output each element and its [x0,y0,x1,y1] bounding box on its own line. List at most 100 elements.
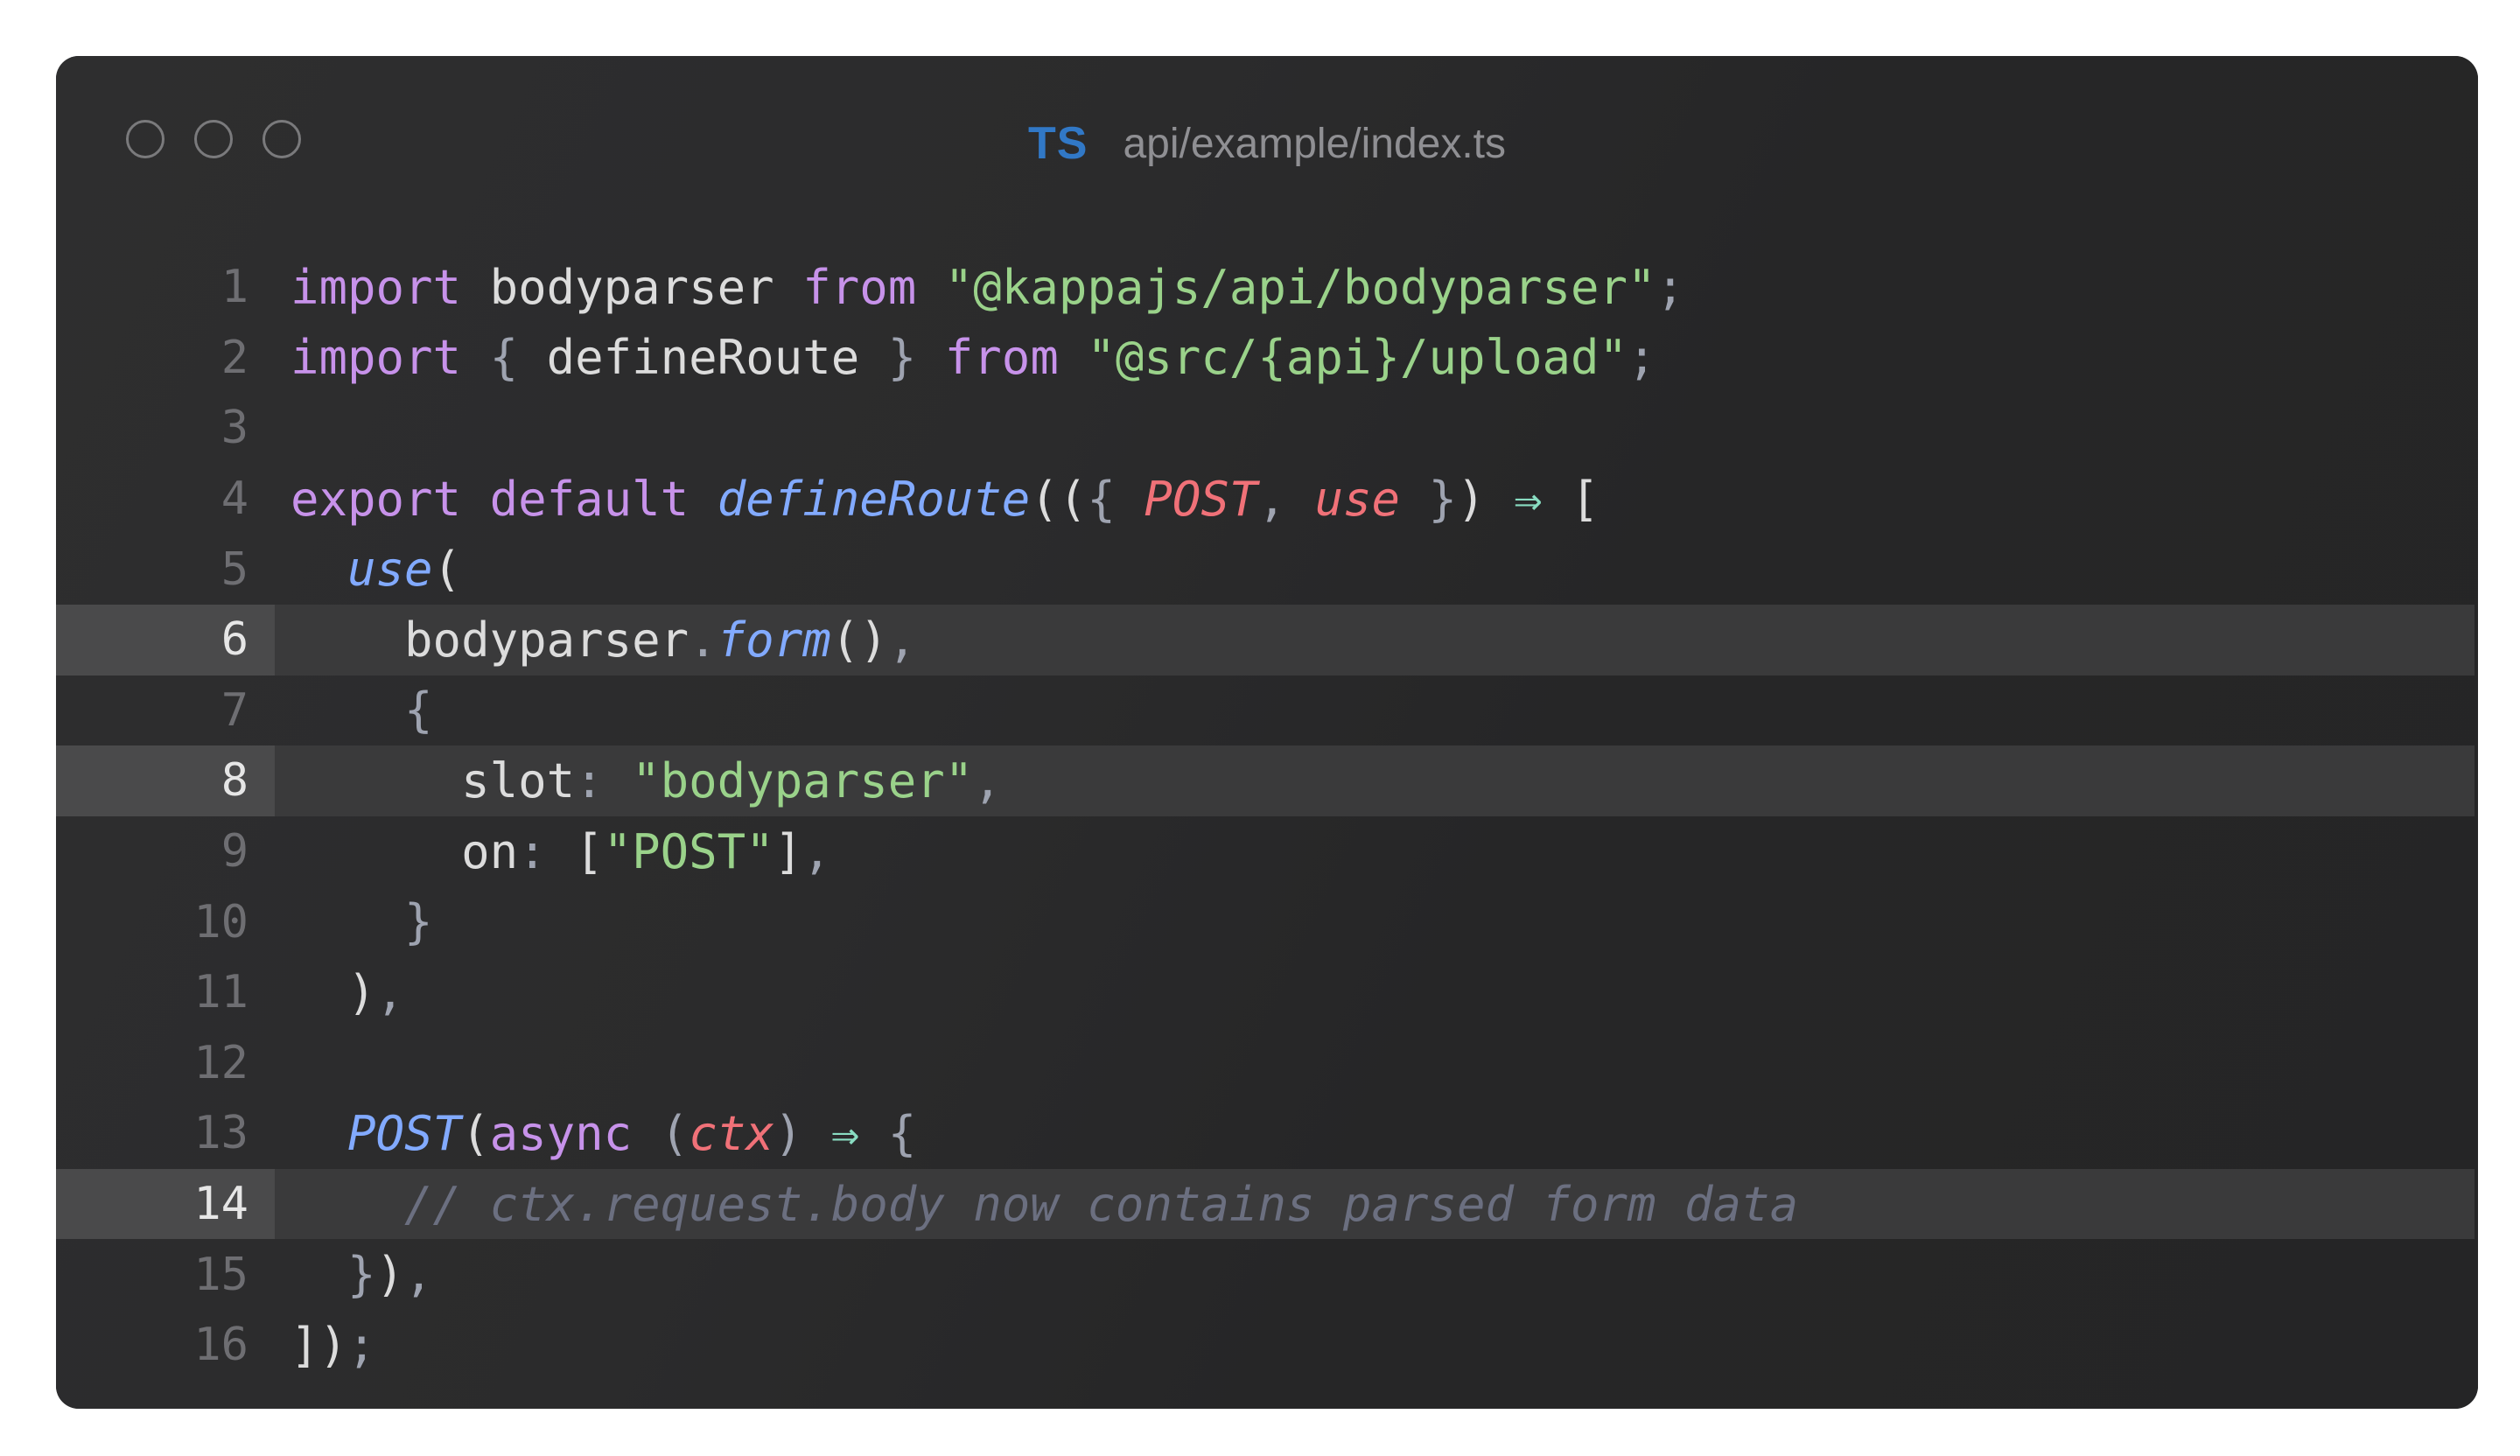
line-number: 15 [193,1248,248,1301]
line-number: 16 [193,1319,248,1372]
code-token: } [1428,471,1458,527]
line-number: 13 [193,1107,248,1160]
line-source: import { defineRoute } from "@src/{api}/… [275,330,1656,385]
line-source: // ctx.request.body now contains parsed … [275,1177,1798,1232]
line-number: 2 [220,331,248,384]
line-source: } [275,894,433,949]
code-token: POST [1144,471,1258,527]
line-number: 1 [220,261,248,314]
code-token: () [830,612,888,668]
code-token: bodyparser [290,612,690,668]
code-token: from [802,259,917,315]
code-token: async [489,1105,633,1161]
code-token: [ [546,823,604,879]
line-source: export default defineRoute(({ POST, use … [275,472,1600,527]
code-line[interactable]: 12 [56,1028,2474,1099]
code-token: "@kappajs/api/bodyparser" [944,259,1656,315]
code-line[interactable]: 10 } [56,886,2474,957]
code-token: "bodyparser" [632,752,974,808]
code-token: ctx [689,1105,774,1161]
code-token: ) [1457,471,1486,527]
code-token: ; [347,1317,376,1373]
code-editor[interactable]: 1 import bodyparser from "@kappajs/api/bo… [56,252,2474,1381]
line-number: 7 [220,683,248,737]
code-token: . [689,612,718,668]
code-line[interactable]: 3 [56,393,2474,464]
code-line[interactable]: 13 POST(async (ctx) ⇒ { [56,1098,2474,1169]
line-source: ), [275,965,404,1020]
line-number: 6 [56,604,275,676]
code-line[interactable]: 6 bodyparser.form(), [56,604,2474,676]
code-token: : [575,752,604,808]
code-token: { [404,682,433,738]
line-number: 10 [193,895,248,948]
code-token: : [518,823,547,879]
code-token: [ [1542,471,1600,527]
code-token: ) [774,1105,803,1161]
title-bar: TS api/example/index.ts [56,56,2478,222]
code-token: } [347,1247,376,1303]
code-token: slot [290,752,576,808]
code-token: ⇒ [830,1105,860,1161]
code-line[interactable]: 14 // ctx.request.body now contains pars… [56,1168,2474,1240]
typescript-icon: TS [1027,118,1088,169]
code-token: } [404,894,433,950]
code-token: POST [347,1105,462,1161]
line-number: 3 [220,402,248,455]
code-line[interactable]: 15 }), [56,1239,2474,1310]
code-line[interactable]: 2 import { defineRoute } from "@src/{api}… [56,323,2474,394]
code-token: ) [290,964,376,1020]
code-token: } [887,330,917,386]
code-line[interactable]: 16]); [56,1310,2474,1381]
code-token: import [290,330,462,386]
code-token: ; [1656,259,1685,315]
code-line[interactable]: 7 { [56,676,2474,746]
code-line[interactable]: 8 slot: "bodyparser", [56,746,2474,816]
code-token: ( [660,1105,690,1161]
line-source: on: ["POST"], [275,824,831,879]
line-number: 12 [193,1036,248,1089]
code-token: defineRoute [518,330,888,386]
code-token: , [404,1247,433,1303]
code-token: ]) [290,1317,348,1373]
code-line[interactable]: 9 on: ["POST"], [56,816,2474,887]
code-token: { [1087,471,1116,527]
code-token: { [887,1105,917,1161]
line-source: POST(async (ctx) ⇒ { [275,1106,916,1161]
line-number: 14 [56,1168,275,1240]
code-token: "@src/{api}/upload" [1087,330,1628,386]
line-source: ]); [275,1318,376,1373]
code-token: import [290,259,462,315]
line-number: 4 [220,472,248,526]
code-token: ( [432,542,462,598]
code-line[interactable]: 1 import bodyparser from "@kappajs/api/bo… [56,252,2474,323]
window-title: TS api/example/index.ts [56,117,2478,170]
code-token: use [347,542,433,598]
code-line[interactable]: 4 export default defineRoute(({ POST, use… [56,464,2474,535]
line-number: 5 [220,542,248,596]
code-token: export [290,471,462,527]
line-source: use( [275,542,461,597]
code-line[interactable]: 11 ), [56,957,2474,1028]
line-source: slot: "bodyparser", [275,753,1002,808]
code-token: default [489,471,690,527]
code-token: bodyparser [461,259,803,315]
code-token: { [489,330,519,386]
code-line[interactable]: 5 use( [56,534,2474,605]
code-token: ) [375,1247,405,1303]
code-token: use [1314,471,1400,527]
